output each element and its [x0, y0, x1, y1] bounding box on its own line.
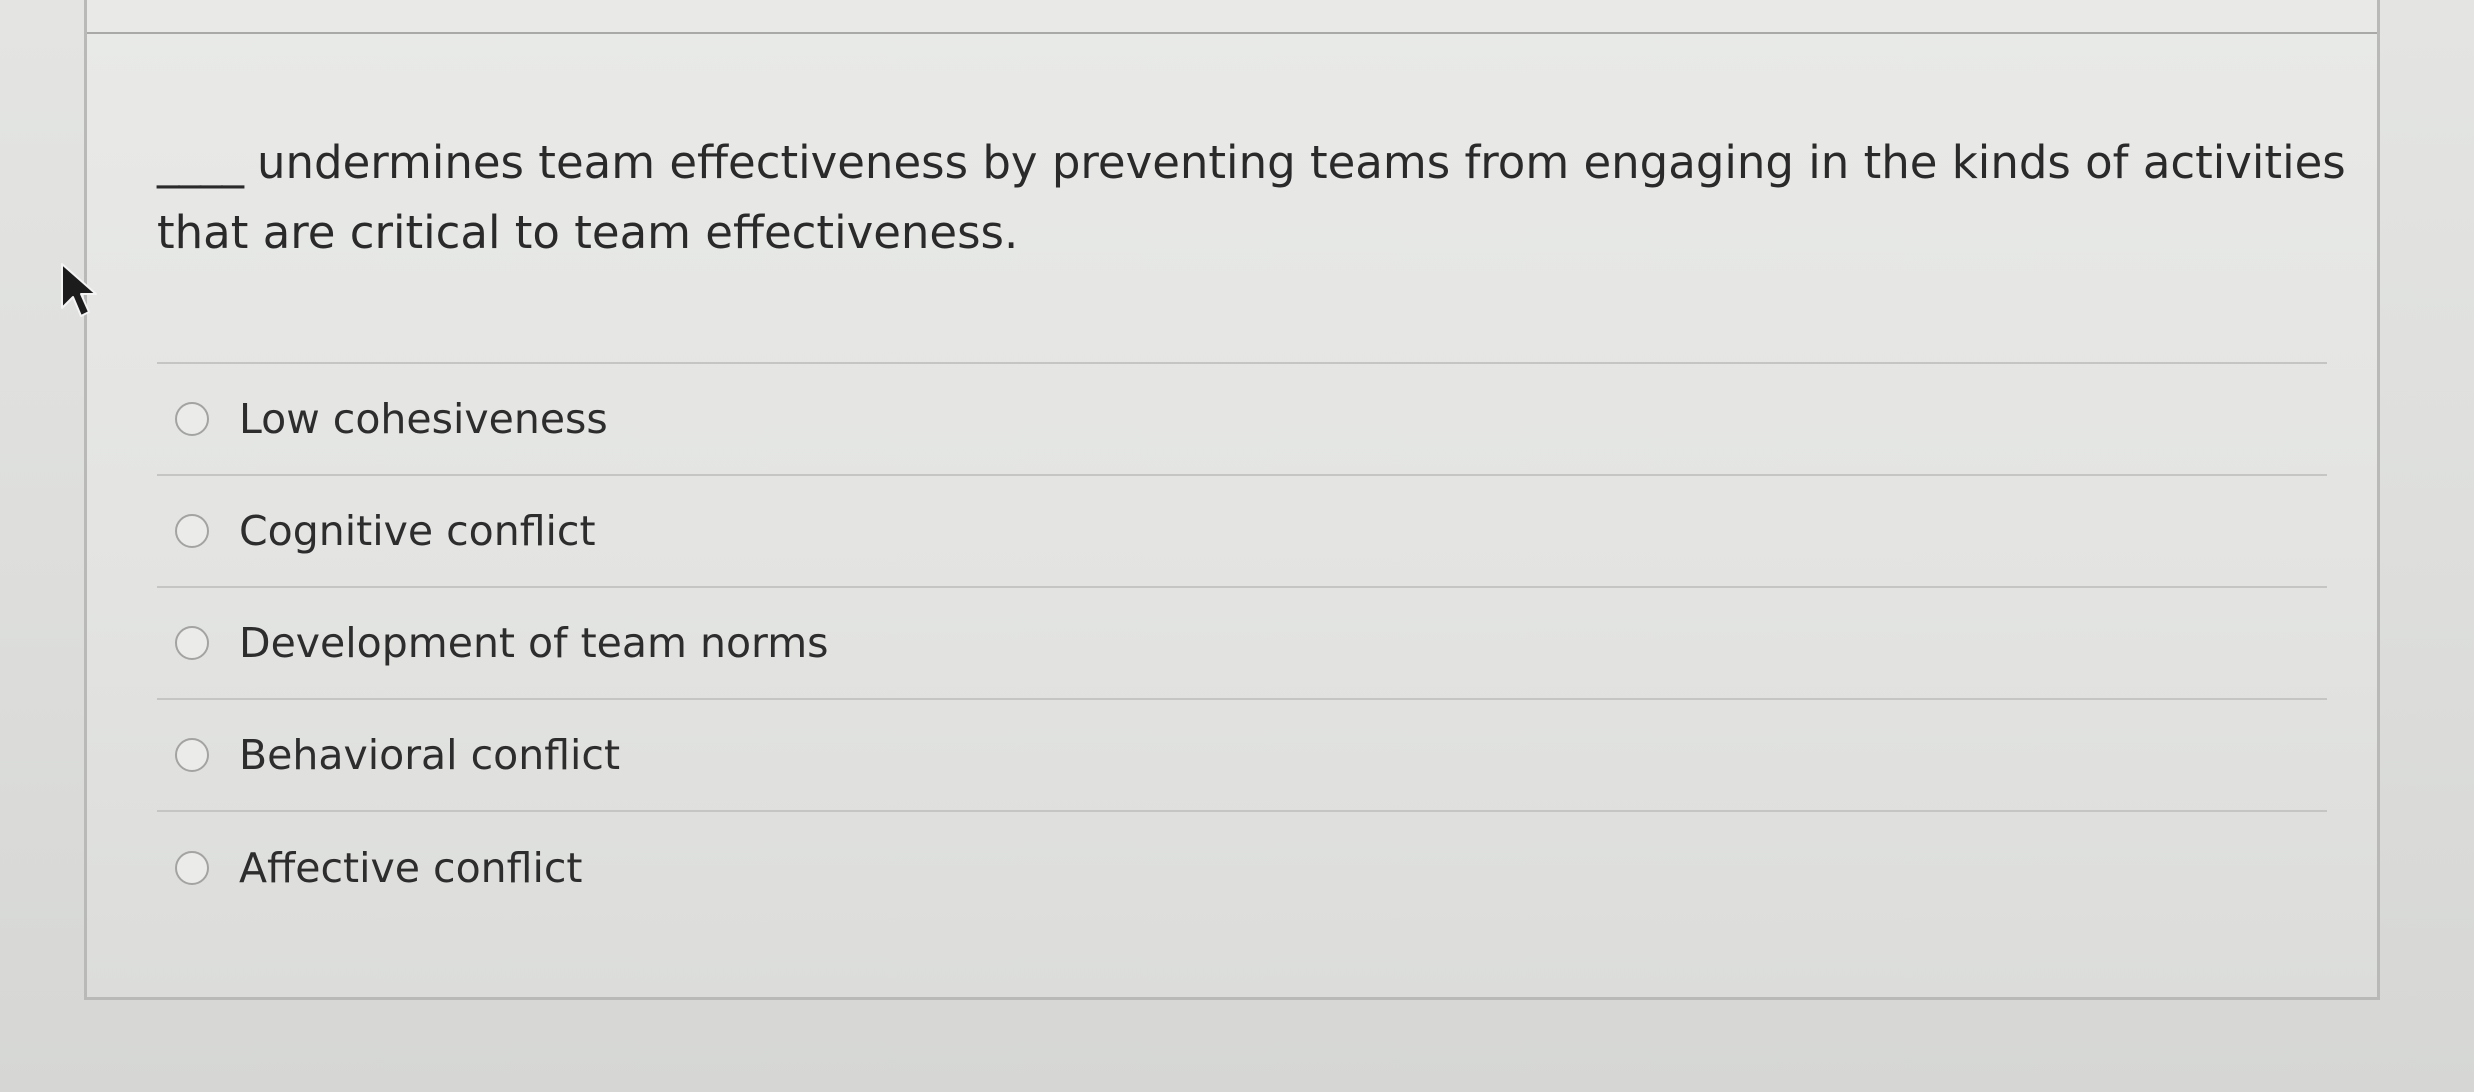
answer-label[interactable]: Development of team norms — [239, 619, 829, 667]
answer-option-affective-conflict[interactable]: Affective conflict — [157, 812, 2327, 924]
answer-option-behavioral-conflict[interactable]: Behavioral conflict — [157, 700, 2327, 812]
mouse-pointer-icon — [61, 263, 97, 317]
card-top-divider — [87, 32, 2377, 34]
radio-button-icon[interactable] — [175, 851, 209, 885]
radio-button-icon[interactable] — [175, 626, 209, 660]
radio-button-icon[interactable] — [175, 514, 209, 548]
question-text: undermines team effectiveness by prevent… — [157, 136, 2346, 259]
answer-label[interactable]: Affective conflict — [239, 844, 583, 892]
answer-label[interactable]: Low cohesiveness — [239, 395, 608, 443]
question-prompt: ____ undermines team effectiveness by pre… — [157, 128, 2387, 268]
answer-option-cognitive-conflict[interactable]: Cognitive conflict — [157, 476, 2327, 588]
answer-option-development-of-team-norms[interactable]: Development of team norms — [157, 588, 2327, 700]
answer-options-list: Low cohesiveness Cognitive conflict Deve… — [157, 364, 2327, 924]
answer-label[interactable]: Behavioral conflict — [239, 731, 620, 779]
answer-option-low-cohesiveness[interactable]: Low cohesiveness — [157, 364, 2327, 476]
answer-label[interactable]: Cognitive conflict — [239, 507, 596, 555]
question-blank: ____ — [157, 136, 244, 189]
question-card: ____ undermines team effectiveness by pre… — [84, 0, 2380, 1000]
radio-button-icon[interactable] — [175, 402, 209, 436]
radio-button-icon[interactable] — [175, 738, 209, 772]
